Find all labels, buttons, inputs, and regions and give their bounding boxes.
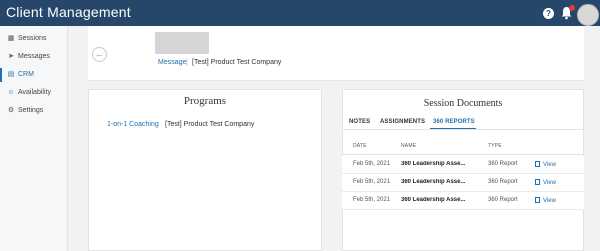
sidebar-item-availability[interactable]: ☺ Availability <box>0 85 68 101</box>
sidebar-item-sessions[interactable]: ▦ Sessions <box>0 31 68 47</box>
view-label: View <box>543 162 556 168</box>
separator: | <box>186 59 188 66</box>
client-company-name: [Test] Product Test Company <box>192 59 282 66</box>
view-label: View <box>543 198 556 204</box>
tab-notes[interactable]: NOTES <box>349 119 370 125</box>
programs-title: Programs <box>183 95 227 107</box>
message-link[interactable]: Message <box>158 59 186 66</box>
sidebar-item-label: Sessions <box>18 35 47 42</box>
sidebar-item-label: CRM <box>18 71 34 78</box>
view-button[interactable]: View <box>535 179 556 186</box>
document-icon <box>535 161 540 167</box>
view-label: View <box>543 180 556 186</box>
app-title: Client Management <box>6 4 131 20</box>
tabs-divider <box>342 129 584 130</box>
client-avatar-placeholder <box>155 32 209 54</box>
session-documents-title: Session Documents <box>423 98 503 109</box>
clipboard-icon: ▤ <box>7 71 15 78</box>
column-header-name: NAME <box>401 143 417 149</box>
view-button[interactable]: View <box>535 161 556 168</box>
sidebar-item-messages[interactable]: ➤ Messages <box>0 49 68 65</box>
row-name: 360 Leadership Asse... <box>401 197 466 203</box>
row-type: 360 Report <box>488 161 518 167</box>
sidebar-item-label: Availability <box>18 89 51 96</box>
sidebar-item-label: Settings <box>18 107 44 114</box>
row-type: 360 Report <box>488 179 518 185</box>
program-link[interactable]: 1-on-1 Coaching <box>107 121 159 128</box>
program-company: [Test] Product Test Company <box>165 121 255 128</box>
column-header-date: DATE <box>353 143 367 149</box>
row-date: Feb 5th, 2021 <box>353 179 391 185</box>
calendar-icon: ▦ <box>7 35 15 42</box>
row-name: 360 Leadership Asse... <box>401 161 466 167</box>
row-name: 360 Leadership Asse... <box>401 179 466 185</box>
view-button[interactable]: View <box>535 197 556 204</box>
tab-360-reports[interactable]: 360 REPORTS <box>433 119 475 125</box>
notification-dot-icon <box>569 5 575 11</box>
tab-assignments[interactable]: ASSIGNMENTS <box>380 119 425 125</box>
sidebar-item-label: Messages <box>18 53 50 60</box>
table-row: Feb 5th, 2021 360 Leadership Asse... 360… <box>342 156 584 174</box>
table-row: Feb 5th, 2021 360 Leadership Asse... 360… <box>342 174 584 192</box>
table-header-divider <box>342 154 584 155</box>
paper-plane-icon: ➤ <box>8 53 14 60</box>
row-type: 360 Report <box>488 197 518 203</box>
active-tab-indicator <box>430 128 476 129</box>
user-avatar[interactable] <box>577 4 599 26</box>
document-icon <box>535 179 540 185</box>
document-icon <box>535 197 540 203</box>
sidebar-item-crm[interactable]: ▤ CRM <box>0 67 68 83</box>
programs-panel <box>88 89 322 251</box>
gear-icon: ⚙ <box>7 107 15 114</box>
sidebar-item-settings[interactable]: ⚙ Settings <box>0 103 68 119</box>
table-row: Feb 5th, 2021 360 Leadership Asse... 360… <box>342 192 584 210</box>
person-icon: ☺ <box>7 89 15 96</box>
row-date: Feb 5th, 2021 <box>353 197 391 203</box>
back-arrow-icon[interactable]: ← <box>92 47 107 62</box>
help-icon[interactable]: ? <box>543 8 554 19</box>
column-header-type: TYPE <box>488 143 502 149</box>
row-date: Feb 5th, 2021 <box>353 161 391 167</box>
